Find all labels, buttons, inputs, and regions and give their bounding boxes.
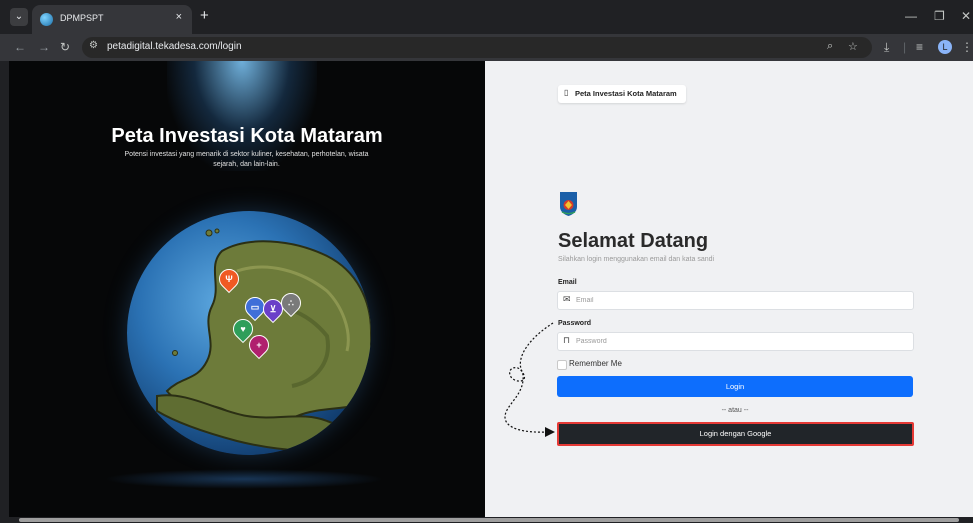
- hero-title: Peta Investasi Kota Mataram: [111, 125, 383, 147]
- remember-me-label[interactable]: Remember Me: [569, 359, 622, 368]
- bookmark-star-icon[interactable]: ☆: [848, 40, 858, 53]
- login-panel: ▯ Peta Investasi Kota Mataram Selamat Da…: [485, 61, 973, 517]
- close-window-icon[interactable]: ✕: [961, 9, 971, 23]
- back-icon[interactable]: ←: [14, 40, 26, 54]
- login-instruction: Silahkan login menggunakan email dan kat…: [558, 256, 715, 263]
- password-field[interactable]: ⊓: [557, 332, 914, 351]
- map-icon: ▯: [564, 88, 569, 97]
- zoom-icon[interactable]: ⌕: [827, 40, 833, 53]
- hero-subtitle: Potensi investasi yang menarik di sektor…: [124, 151, 369, 168]
- tab-search-button[interactable]: ⌄: [10, 8, 28, 26]
- download-icon[interactable]: ⤓: [884, 40, 889, 55]
- lock-icon: ⊓: [563, 335, 571, 345]
- remember-me-checkbox[interactable]: [557, 360, 567, 370]
- browser-window: ⌄ DPMPSPT × + — ❐ ✕ ← → ↻ ⚙ petadigital.…: [0, 0, 973, 523]
- forward-icon[interactable]: →: [38, 40, 50, 54]
- profile-avatar[interactable]: L: [938, 40, 952, 54]
- google-login-button[interactable]: Login dengan Google: [557, 422, 914, 446]
- health-icon: +: [256, 340, 262, 350]
- menu-dots-icon[interactable]: ⋮: [961, 40, 973, 54]
- hero-panel: Peta Investasi Kota Mataram Potensi inve…: [9, 61, 485, 517]
- reading-list-icon[interactable]: ≡: [916, 40, 923, 54]
- dotted-arrow-annotation: [504, 322, 555, 437]
- tab-strip: ⌄ DPMPSPT × + — ❐ ✕: [0, 0, 973, 34]
- brand-chip[interactable]: ▯ Peta Investasi Kota Mataram: [558, 85, 686, 103]
- welcome-heading: Selamat Datang: [558, 230, 709, 252]
- tab-title: DPMPSPT: [60, 13, 104, 23]
- tab-close-icon[interactable]: ×: [176, 11, 182, 23]
- toolbar-divider: |: [903, 40, 907, 54]
- hotel-icon: ▭: [250, 302, 260, 312]
- brand-chip-label: Peta Investasi Kota Mataram: [575, 89, 677, 98]
- address-bar[interactable]: ⚙ petadigital.tekadesa.com/login ⌕ ☆: [82, 37, 872, 58]
- password-input[interactable]: [576, 333, 906, 350]
- web-page: Peta Investasi Kota Mataram Potensi inve…: [9, 61, 973, 517]
- landmark-icon: ∴: [288, 298, 294, 308]
- email-label: Email: [558, 279, 577, 286]
- email-field[interactable]: ✉: [557, 291, 914, 310]
- email-input[interactable]: [576, 292, 906, 309]
- password-label: Password: [558, 320, 592, 327]
- new-tab-button[interactable]: +: [200, 8, 209, 24]
- globe-map: Ψ ▭ ⊻ ∴ ♥ +: [127, 211, 371, 455]
- restore-icon[interactable]: ❐: [934, 9, 945, 23]
- fork-knife-icon: Ψ: [225, 274, 233, 284]
- site-info-icon[interactable]: ⚙: [89, 40, 98, 51]
- envelope-icon: ✉: [563, 294, 571, 304]
- login-button[interactable]: Login: [557, 376, 913, 397]
- kota-mataram-crest-icon: [560, 192, 577, 216]
- globe-base-glow: [104, 469, 384, 489]
- browser-toolbar: ← → ↻ ⚙ petadigital.tekadesa.com/login ⌕…: [0, 34, 973, 61]
- reload-icon[interactable]: ↻: [60, 40, 70, 54]
- minimize-icon[interactable]: —: [905, 9, 917, 23]
- cart-icon: ⊻: [269, 304, 277, 314]
- horizontal-scrollbar[interactable]: [9, 517, 973, 523]
- url-text[interactable]: petadigital.tekadesa.com/login: [107, 41, 242, 52]
- globe-favicon-icon: [40, 13, 53, 26]
- divider-text: -- atau --: [721, 407, 749, 414]
- scrollbar-thumb[interactable]: [19, 518, 959, 522]
- browser-tab[interactable]: DPMPSPT ×: [32, 5, 192, 34]
